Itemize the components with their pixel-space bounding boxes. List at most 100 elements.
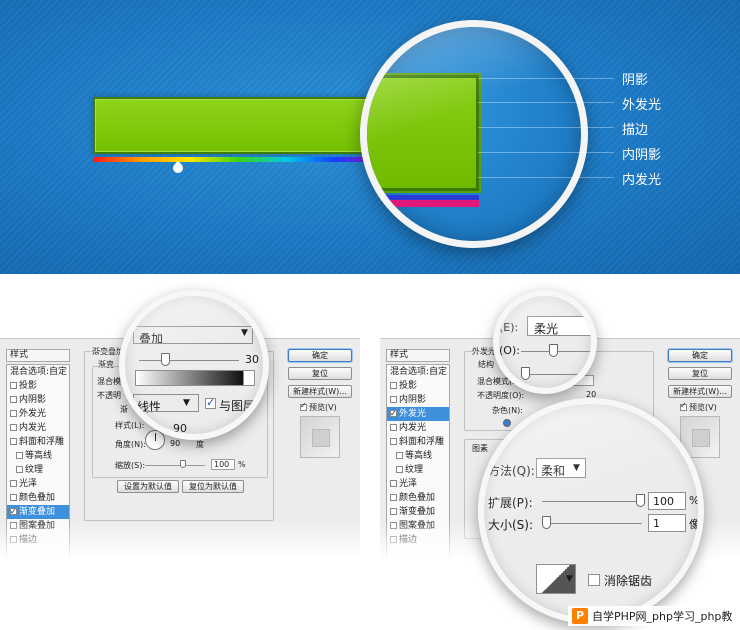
- mag-blend-value: 柔光: [534, 322, 559, 336]
- checkbox-icon[interactable]: [10, 424, 17, 431]
- checkbox-icon[interactable]: [10, 480, 17, 487]
- style-list-item[interactable]: 颜色叠加: [387, 491, 449, 505]
- preview-checkbox[interactable]: 预览(V): [300, 401, 337, 413]
- checkbox-icon[interactable]: [16, 452, 23, 459]
- style-list-item[interactable]: 等高线: [7, 449, 69, 463]
- color-radio[interactable]: [503, 419, 511, 427]
- style-list-item[interactable]: 纹理: [7, 463, 69, 477]
- preview-label: 预览(V): [689, 403, 717, 412]
- checkbox-icon[interactable]: [390, 494, 397, 501]
- style-list-item[interactable]: 斜面和浮雕: [7, 435, 69, 449]
- mag-spread-value: 100: [653, 495, 674, 508]
- scale-track: [145, 465, 205, 466]
- mag-antialias-label: 消除锯齿: [604, 574, 653, 588]
- style-list-item-label: 光泽: [19, 479, 38, 489]
- mag-style-dropdown[interactable]: [133, 394, 199, 412]
- style-list-item[interactable]: 投影: [7, 379, 69, 393]
- checkbox-icon[interactable]: [390, 382, 397, 389]
- style-list-item[interactable]: 外发光: [7, 407, 69, 421]
- mag-angle-partial: 90: [173, 422, 187, 435]
- mag-size-thumb[interactable]: [542, 516, 551, 529]
- style-list-item[interactable]: 内发光: [387, 421, 449, 435]
- mag-opacity-label: (O):: [499, 344, 520, 357]
- chevron-down-icon: ▼: [566, 574, 573, 584]
- style-list-item[interactable]: 等高线: [387, 449, 449, 463]
- scale-slider-thumb[interactable]: [180, 460, 186, 468]
- mag-blend-field[interactable]: 柔光: [527, 316, 591, 336]
- style-list-item[interactable]: 内发光: [7, 421, 69, 435]
- checkbox-icon: [300, 401, 307, 411]
- style-list-item[interactable]: 外发光: [387, 407, 449, 421]
- mag-size-value: 1: [653, 517, 660, 530]
- checkbox-icon[interactable]: [396, 452, 403, 459]
- style-list-item-label: 斜面和浮雕: [19, 437, 65, 447]
- style-list-item[interactable]: 投影: [387, 379, 449, 393]
- checkbox-icon[interactable]: [10, 382, 17, 389]
- checkbox-icon[interactable]: [10, 505, 17, 519]
- checkbox-icon[interactable]: [390, 407, 397, 421]
- style-list-item-label: 投影: [19, 381, 38, 391]
- reset-default-button[interactable]: 复位为默认值: [182, 480, 244, 493]
- style-preview: [300, 416, 340, 458]
- mag-size-input[interactable]: 1: [648, 514, 686, 532]
- mag-gradient-picker[interactable]: [135, 370, 251, 386]
- callout-line: [478, 78, 614, 79]
- callout-shadow: 阴影: [622, 73, 649, 88]
- styles-title: 样式: [386, 349, 450, 362]
- mag-align-checkbox[interactable]: ✓: [205, 396, 216, 409]
- fade-overlay: [0, 520, 360, 560]
- style-list-item[interactable]: 混合选项:自定: [387, 365, 449, 379]
- style-list-item[interactable]: 光泽: [387, 477, 449, 491]
- set-default-button[interactable]: 设置为默认值: [117, 480, 179, 493]
- style-list-item[interactable]: 渐变叠加: [387, 505, 449, 519]
- style-list-item[interactable]: 渐变叠加: [7, 505, 69, 519]
- chevron-down-icon: ▼: [241, 328, 248, 338]
- reset-button[interactable]: 复位: [668, 367, 732, 380]
- mag-gradient-dropdown[interactable]: [243, 370, 255, 386]
- checkbox-icon[interactable]: [396, 466, 403, 473]
- mag-noise-thumb[interactable]: [521, 367, 530, 380]
- ok-button[interactable]: 确定: [668, 349, 732, 362]
- new-style-button[interactable]: 新建样式(W)...: [668, 385, 732, 398]
- style-list-item[interactable]: 混合选项:自定: [7, 365, 69, 379]
- mag-blend-label: (E):: [499, 321, 519, 334]
- lens-gloss: [367, 27, 581, 241]
- angle-label: 角度(N):: [115, 440, 146, 449]
- angle-unit: 度: [196, 440, 204, 449]
- mag-spread-thumb[interactable]: [636, 494, 645, 507]
- mag-spread-label: 扩展(P):: [488, 496, 533, 510]
- checkbox-icon[interactable]: [390, 396, 397, 403]
- style-list-item[interactable]: 纹理: [387, 463, 449, 477]
- style-list-item-label: 颜色叠加: [399, 493, 436, 503]
- style-list-item[interactable]: 内阴影: [387, 393, 449, 407]
- style-list-item-label: 内阴影: [19, 395, 47, 405]
- mag-opacity-thumb[interactable]: [161, 353, 170, 366]
- style-list-item[interactable]: 光泽: [7, 477, 69, 491]
- mag-antialias-checkbox[interactable]: [588, 574, 600, 586]
- checkbox-icon[interactable]: [16, 466, 23, 473]
- left-magnifier: 叠加 ▼ 30 线性 ▼ ✓ 与图层 90: [119, 290, 269, 440]
- ok-button[interactable]: 确定: [288, 349, 352, 362]
- checkbox-icon[interactable]: [390, 438, 397, 445]
- mag-opacity-thumb[interactable]: [549, 344, 558, 357]
- new-style-button[interactable]: 新建样式(W)...: [288, 385, 352, 398]
- checkbox-icon[interactable]: [390, 480, 397, 487]
- mag-method-dropdown[interactable]: 柔和 ▼: [536, 458, 586, 478]
- mag-opacity-track: [521, 351, 591, 352]
- reset-button[interactable]: 复位: [288, 367, 352, 380]
- style-list-item[interactable]: 斜面和浮雕: [387, 435, 449, 449]
- checkbox-icon[interactable]: [10, 438, 17, 445]
- blend-mode-label: 混合模: [97, 377, 121, 386]
- checkbox-icon[interactable]: [10, 494, 17, 501]
- scale-input[interactable]: 100: [211, 459, 235, 470]
- checkbox-icon[interactable]: [390, 508, 397, 515]
- checkbox-icon[interactable]: [390, 424, 397, 431]
- mag-blend-dropdown[interactable]: [133, 326, 253, 344]
- style-list-item[interactable]: 颜色叠加: [7, 491, 69, 505]
- gradient-label: 渐: [120, 405, 128, 414]
- checkbox-icon[interactable]: [10, 396, 17, 403]
- style-list-item[interactable]: 内阴影: [7, 393, 69, 407]
- preview-checkbox[interactable]: 预览(V): [680, 401, 717, 413]
- mag-spread-input[interactable]: 100: [648, 492, 686, 510]
- checkbox-icon[interactable]: [10, 410, 17, 417]
